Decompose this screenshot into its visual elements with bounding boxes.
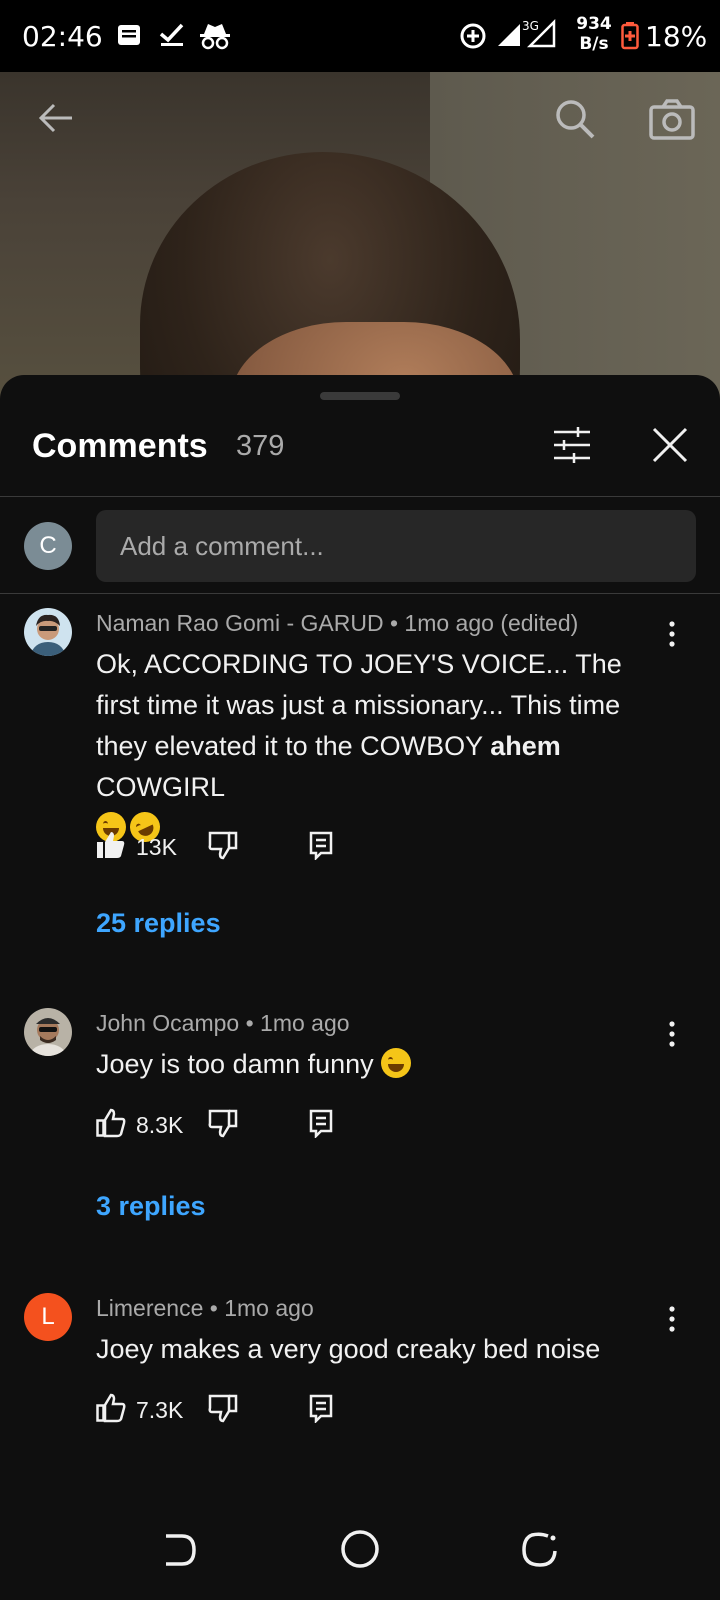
view-replies-link[interactable]: 25 replies [96,908,221,939]
reply-icon[interactable] [308,1108,334,1143]
comment-item: Naman Rao Gomi - GARUD • 1mo ago (edited… [0,608,720,968]
dislike-icon[interactable] [208,1108,238,1143]
check-icon [158,22,186,53]
like-filled-icon[interactable] [96,830,126,865]
video-player[interactable] [0,72,720,402]
more-options-icon[interactable] [660,620,684,650]
add-comment-input[interactable] [96,510,696,582]
comment-item: L Limerence • 1mo ago Joey makes a very … [0,1293,720,1433]
svg-text:3G: 3G [522,19,539,33]
comment-time: 1mo ago [224,1295,314,1321]
comment-item: John Ocampo • 1mo ago Joey is too damn f… [0,1008,720,1248]
drag-handle[interactable] [320,392,400,400]
battery-low-icon [621,22,639,55]
net-speed: 934 B/s [574,14,614,54]
close-icon[interactable] [652,427,688,468]
like-count: 7.3K [136,1397,184,1423]
net-speed-value: 934 [576,14,612,34]
avatar[interactable] [24,1008,72,1056]
notes-icon [116,22,142,53]
signal-3g-icon: 3G [522,16,556,53]
comment-author[interactable]: John Ocampo [96,1010,239,1036]
incognito-icon [198,22,232,55]
net-speed-unit: B/s [579,34,609,54]
comment-text-part: Joey makes a very good creaky bed noise [96,1334,601,1364]
camera-icon[interactable] [648,98,696,140]
status-time: 02:46 [22,20,103,53]
back-gesture-icon[interactable] [162,1530,198,1575]
comment-text-part: COWGIRL [96,772,226,802]
avatar[interactable]: L [24,1293,72,1341]
comment-time: 1mo ago [260,1010,350,1036]
like-count: 13K [136,834,177,860]
comment-text: Joey is too damn funny [96,1044,656,1085]
meta-separator: • [203,1295,225,1321]
meta-separator: • [383,610,405,636]
like-icon[interactable] [96,1108,126,1143]
comment-time: 1mo ago (edited) [404,610,579,636]
header-divider [0,496,720,497]
home-circle-icon[interactable] [340,1528,380,1575]
comment-text: Ok, ACCORDING TO JOEY'S VOICE... The fir… [96,644,656,849]
comments-sheet: Comments 379 C Naman Rao Gomi - GARUD • … [0,375,720,1600]
comment-meta: John Ocampo • 1mo ago [96,1010,350,1037]
back-arrow-icon[interactable] [36,98,76,138]
dislike-icon[interactable] [208,1393,238,1428]
battery-percent: 18% [645,20,708,53]
comment-text: Joey makes a very good creaky bed noise [96,1329,656,1370]
comment-author[interactable]: Naman Rao Gomi - GARUD [96,610,384,636]
own-avatar[interactable]: C [24,522,72,570]
avatar[interactable] [24,608,72,656]
like-count: 8.3K [136,1112,184,1138]
like-icon[interactable] [96,1393,126,1428]
view-replies-link[interactable]: 3 replies [96,1191,206,1222]
comment-text-part: Joey is too damn funny [96,1049,374,1079]
comment-author[interactable]: Limerence [96,1295,203,1321]
signal-icon [496,22,522,53]
status-bar: 02:46 3G 934 B/s 18% [0,0,720,72]
comment-meta: Limerence • 1mo ago [96,1295,314,1322]
comment-text-bold: ahem [490,731,561,761]
comments-title: Comments [32,427,208,465]
comments-count: 379 [236,430,285,462]
search-icon[interactable] [554,98,596,140]
reply-icon[interactable] [308,830,334,865]
data-saver-icon [459,22,487,55]
dislike-icon[interactable] [208,830,238,865]
input-divider [0,593,720,594]
recents-icon[interactable] [520,1530,560,1575]
system-nav-bar [0,1500,720,1600]
more-options-icon[interactable] [660,1305,684,1335]
meta-separator: • [239,1010,261,1036]
joy-emoji [381,1048,412,1078]
reply-icon[interactable] [308,1393,334,1428]
more-options-icon[interactable] [660,1020,684,1050]
filter-sliders-icon[interactable] [552,427,592,468]
comment-meta: Naman Rao Gomi - GARUD • 1mo ago (edited… [96,610,578,637]
